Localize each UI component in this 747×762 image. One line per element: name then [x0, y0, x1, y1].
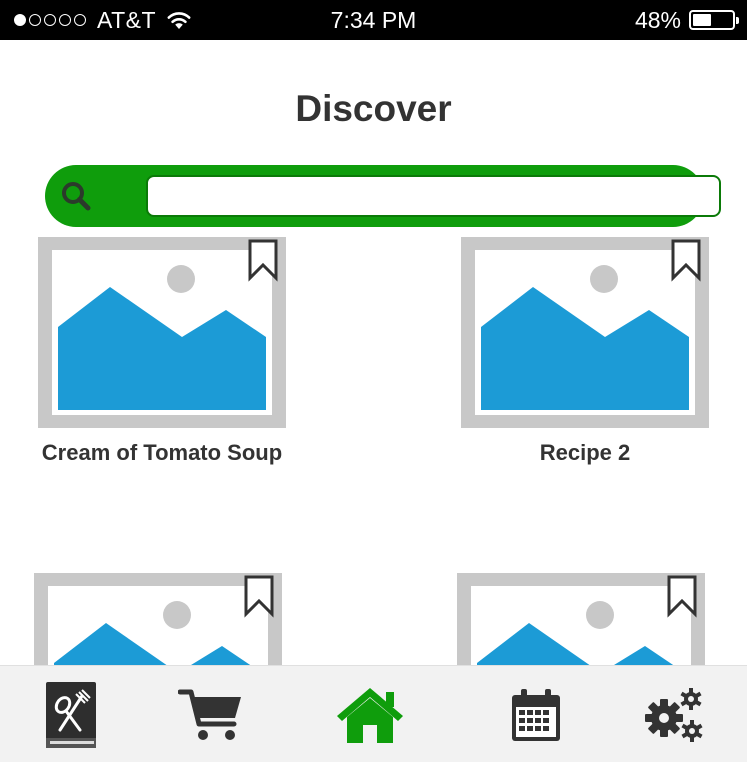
- page-title: Discover: [295, 88, 452, 129]
- status-bar: AT&T 7:34 PM 48%: [0, 0, 747, 40]
- tab-recipes[interactable]: [21, 666, 121, 762]
- bookmark-icon[interactable]: [243, 574, 275, 618]
- tab-home[interactable]: [320, 666, 420, 762]
- gears-icon: [645, 687, 703, 742]
- recipe-title[interactable]: Cream of Tomato Soup: [38, 438, 286, 467]
- bookmark-icon[interactable]: [247, 238, 279, 282]
- search-input[interactable]: [146, 175, 721, 217]
- calendar-icon: [512, 688, 560, 741]
- bookmark-icon[interactable]: [670, 238, 702, 282]
- search-bar: [45, 165, 721, 227]
- image-placeholder-icon[interactable]: [38, 237, 286, 428]
- image-placeholder-icon[interactable]: [461, 237, 709, 428]
- status-left: AT&T: [14, 0, 192, 40]
- recipe-book-icon: [46, 681, 96, 748]
- battery-icon: [689, 10, 739, 30]
- search-icon[interactable]: [60, 180, 92, 212]
- bookmark-icon[interactable]: [666, 574, 698, 618]
- wifi-icon: [167, 12, 191, 29]
- tab-bar: [0, 665, 747, 762]
- recipe-title[interactable]: Recipe 2: [461, 438, 709, 467]
- battery-percent: 48%: [634, 6, 681, 33]
- tab-calendar[interactable]: [486, 666, 586, 762]
- status-right: 48%: [634, 0, 739, 40]
- tab-cart[interactable]: [161, 666, 261, 762]
- home-icon: [337, 687, 403, 743]
- shopping-cart-icon: [178, 689, 241, 740]
- signal-strength-icon: [14, 14, 89, 26]
- tab-settings[interactable]: [624, 666, 724, 762]
- carrier-name: AT&T: [97, 6, 157, 33]
